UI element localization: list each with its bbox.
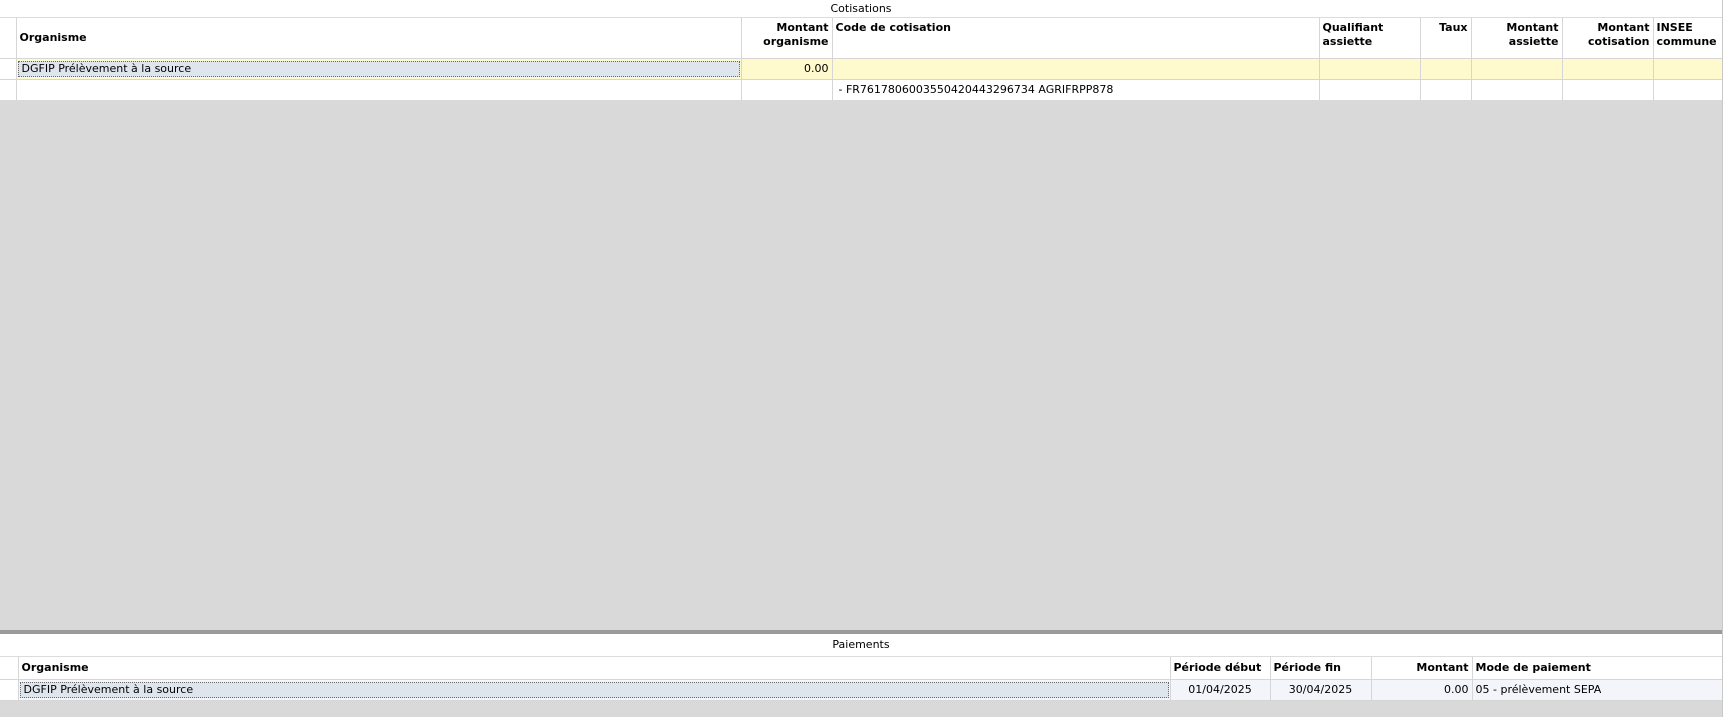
cotisations-table: Organisme Montant organisme Code de coti… bbox=[0, 18, 1723, 101]
cell-code-cotisation[interactable]: - FR7617806003550420443296734 AGRIFRPP87… bbox=[832, 79, 1320, 101]
column-header-montant-assiette[interactable]: Montant assiette bbox=[1471, 18, 1563, 59]
cell-montant-organisme[interactable] bbox=[741, 79, 833, 101]
cotisations-empty-area bbox=[0, 100, 1722, 630]
table-row[interactable]: - FR7617806003550420443296734 AGRIFRPP87… bbox=[0, 79, 1723, 101]
column-header-montant-cotisation[interactable]: Montant cotisation bbox=[1562, 18, 1654, 59]
cell-montant-cotisation[interactable] bbox=[1562, 79, 1654, 101]
column-header-taux[interactable]: Taux bbox=[1420, 18, 1472, 59]
cell-organisme[interactable]: DGFIP Prélèvement à la source bbox=[16, 58, 742, 80]
row-selector[interactable] bbox=[0, 679, 19, 701]
cell-taux[interactable] bbox=[1420, 79, 1472, 101]
paiements-table: Organisme Période début Période fin Mont… bbox=[0, 657, 1723, 701]
cell-montant-assiette[interactable] bbox=[1471, 79, 1563, 101]
row-selector[interactable] bbox=[0, 58, 17, 80]
cell-organisme[interactable] bbox=[16, 79, 742, 101]
cell-montant-cotisation[interactable] bbox=[1562, 58, 1654, 80]
table-row[interactable]: DGFIP Prélèvement à la source 0.00 bbox=[0, 58, 1723, 80]
column-header-organisme[interactable]: Organisme bbox=[16, 18, 742, 59]
cell-insee-commune[interactable] bbox=[1653, 58, 1723, 80]
cell-organisme[interactable]: DGFIP Prélèvement à la source bbox=[18, 679, 1171, 701]
column-header-periode-debut[interactable]: Période début bbox=[1170, 657, 1271, 680]
cotisations-section-title: Cotisations bbox=[0, 0, 1722, 18]
cell-qualifiant-assiette[interactable] bbox=[1319, 79, 1421, 101]
cell-insee-commune[interactable] bbox=[1653, 79, 1723, 101]
cotisations-header-row: Organisme Montant organisme Code de coti… bbox=[0, 18, 1723, 59]
table-row[interactable]: DGFIP Prélèvement à la source 01/04/2025… bbox=[0, 679, 1723, 701]
column-header-periode-fin[interactable]: Période fin bbox=[1270, 657, 1372, 680]
column-header-insee-commune[interactable]: INSEE commune bbox=[1653, 18, 1723, 59]
column-header-montant-organisme[interactable]: Montant organisme bbox=[741, 18, 833, 59]
column-header-montant[interactable]: Montant bbox=[1371, 657, 1473, 680]
row-selector-header bbox=[0, 18, 17, 59]
focused-cell-organisme[interactable]: DGFIP Prélèvement à la source bbox=[17, 60, 740, 77]
cell-periode-debut[interactable]: 01/04/2025 bbox=[1170, 679, 1271, 701]
row-selector-header bbox=[0, 657, 19, 680]
cell-montant-organisme[interactable]: 0.00 bbox=[741, 58, 833, 80]
cell-qualifiant-assiette[interactable] bbox=[1319, 58, 1421, 80]
column-header-organisme[interactable]: Organisme bbox=[18, 657, 1171, 680]
column-header-mode-paiement[interactable]: Mode de paiement bbox=[1472, 657, 1723, 680]
cell-montant-assiette[interactable] bbox=[1471, 58, 1563, 80]
row-selector[interactable] bbox=[0, 79, 17, 101]
cell-periode-fin[interactable]: 30/04/2025 bbox=[1270, 679, 1372, 701]
cell-montant[interactable]: 0.00 bbox=[1371, 679, 1473, 701]
cell-code-cotisation[interactable] bbox=[832, 58, 1320, 80]
cell-mode-paiement[interactable]: 05 - prélèvement SEPA bbox=[1472, 679, 1723, 701]
column-header-qualifiant-assiette[interactable]: Qualifiant assiette bbox=[1319, 18, 1421, 59]
paiements-header-row: Organisme Période début Période fin Mont… bbox=[0, 657, 1723, 680]
cell-taux[interactable] bbox=[1420, 58, 1472, 80]
column-header-code-cotisation[interactable]: Code de cotisation bbox=[832, 18, 1320, 59]
vertical-scrollbar-track[interactable] bbox=[1722, 0, 1728, 717]
focused-cell-organisme[interactable]: DGFIP Prélèvement à la source bbox=[19, 681, 1169, 698]
paiements-empty-area bbox=[0, 701, 1722, 717]
paiements-section-title: Paiements bbox=[0, 634, 1722, 657]
